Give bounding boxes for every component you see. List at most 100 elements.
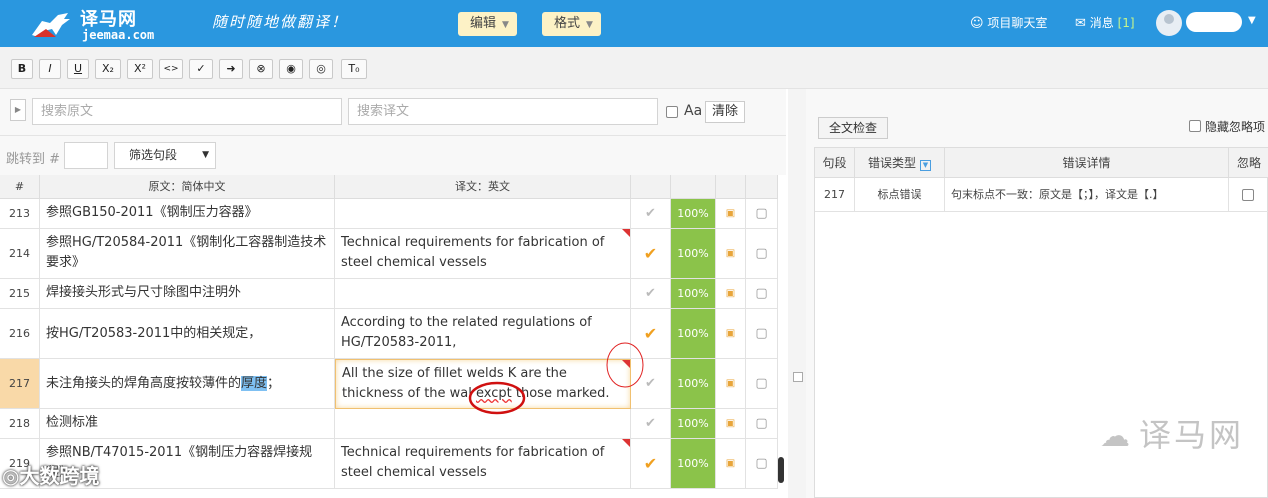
next-button[interactable]: ➜ bbox=[219, 59, 243, 79]
search-target-input[interactable]: 搜索译文 bbox=[348, 98, 658, 125]
source-text: 未注角接头的焊角高度按较薄件的 bbox=[46, 376, 242, 391]
doc-icon[interactable]: ▢ bbox=[746, 359, 778, 409]
mail-icon: ✉ bbox=[1075, 16, 1086, 31]
top-bar: 译马网 jeemaa.com 随时随地做翻译！ 编辑 ▼ 格式 ▼ ☺ 项目聊天室 … bbox=[0, 0, 1268, 47]
doc-icon[interactable]: ▢ bbox=[746, 309, 778, 359]
jump-to-input[interactable] bbox=[64, 142, 108, 169]
format-toolbar: B I U X₂ X² <> ✓ ➜ ⊗ ◉ ◎ T₀ bbox=[0, 47, 1268, 89]
col-header-error-type[interactable]: 错误类型 ▼ bbox=[855, 148, 945, 178]
search-row: ▶ 搜索原文 搜索译文 Aa 清除 bbox=[0, 89, 786, 134]
expand-icon[interactable]: ▶ bbox=[10, 99, 26, 121]
spelling-error-word[interactable]: excpt bbox=[476, 386, 512, 401]
segment-grid: # 原文：简体中文 译文：英文 213 参照GB150-2011《钢制压力容器》… bbox=[0, 175, 786, 498]
target-cell[interactable] bbox=[335, 199, 631, 229]
target-editor-active[interactable]: All the size of fillet welds K are the t… bbox=[335, 359, 631, 409]
note-icon[interactable]: ▣ bbox=[716, 409, 746, 439]
italic-button[interactable]: I bbox=[39, 59, 61, 79]
note-icon[interactable]: ▣ bbox=[716, 199, 746, 229]
watermark-left-text: 大数跨境 bbox=[19, 464, 100, 488]
source-cell: 按HG/T20583-2011中的相关规定， bbox=[40, 309, 335, 359]
clear-format-button[interactable]: T₀ bbox=[341, 59, 367, 79]
doc-icon[interactable]: ▢ bbox=[746, 229, 778, 279]
note-icon[interactable]: ▣ bbox=[716, 229, 746, 279]
row-number: 216 bbox=[0, 309, 40, 359]
confirm-status-icon[interactable]: ✔ bbox=[631, 229, 671, 279]
confirm-status-icon[interactable]: ✔ bbox=[631, 309, 671, 359]
format-menu-button[interactable]: 格式 ▼ bbox=[542, 12, 601, 36]
source-text-end: ； bbox=[267, 376, 281, 391]
target-text: Technical requirements for fabrication o… bbox=[341, 235, 605, 270]
chevron-down-icon[interactable]: ▼ bbox=[1248, 15, 1256, 26]
hide-ignored-checkbox[interactable] bbox=[1189, 120, 1201, 132]
avatar[interactable] bbox=[1156, 10, 1182, 36]
note-icon[interactable]: ▣ bbox=[716, 439, 746, 489]
comment-marker bbox=[622, 439, 630, 447]
bold-button[interactable]: B bbox=[11, 59, 33, 79]
ignore-cell bbox=[1229, 178, 1268, 212]
edit-menu-button[interactable]: 编辑 ▼ bbox=[458, 12, 517, 36]
format-menu-label: 格式 bbox=[554, 16, 581, 31]
tag-clean-button[interactable]: <> bbox=[159, 59, 183, 79]
hide-tags-button[interactable]: ◎ bbox=[309, 59, 333, 79]
target-cell[interactable]: Technical requirements for fabrication o… bbox=[335, 439, 631, 489]
col-header-error-detail: 错误详情 bbox=[945, 148, 1229, 178]
note-icon[interactable]: ▣ bbox=[716, 309, 746, 359]
note-icon[interactable]: ▣ bbox=[716, 359, 746, 409]
filter-segments-label: 筛选句段 bbox=[129, 148, 178, 162]
target-cell[interactable] bbox=[335, 409, 631, 439]
collapse-handle[interactable] bbox=[793, 372, 803, 382]
row-number: 215 bbox=[0, 279, 40, 309]
subscript-button[interactable]: X₂ bbox=[95, 59, 121, 79]
superscript-button[interactable]: X² bbox=[127, 59, 153, 79]
target-cell[interactable] bbox=[335, 279, 631, 309]
col-header-source: 原文：简体中文 bbox=[40, 175, 335, 199]
chevron-down-icon: ▼ bbox=[502, 20, 509, 30]
confirm-status-icon[interactable]: ✔ bbox=[631, 279, 671, 309]
pane-divider[interactable] bbox=[788, 89, 806, 498]
logo[interactable]: 译马网 jeemaa.com bbox=[28, 5, 173, 43]
target-text-end: those marked. bbox=[511, 386, 610, 401]
target-cell[interactable]: Technical requirements for fabrication o… bbox=[335, 229, 631, 279]
row-number: 214 bbox=[0, 229, 40, 279]
clear-button[interactable]: ⊗ bbox=[249, 59, 273, 79]
target-cell[interactable]: According to the related regulations of … bbox=[335, 309, 631, 359]
col-header-segment: 句段 bbox=[815, 148, 855, 178]
confirm-status-icon[interactable]: ✔ bbox=[631, 199, 671, 229]
confirm-status-icon[interactable]: ✔ bbox=[631, 359, 671, 409]
watermark-left: ◎大数跨境 bbox=[2, 460, 99, 489]
project-chat-link[interactable]: ☺ 项目聊天室 bbox=[970, 14, 1047, 31]
chevron-down-icon: ▼ bbox=[586, 20, 593, 30]
doc-icon[interactable]: ▢ bbox=[746, 439, 778, 489]
messages-link[interactable]: ✉ 消息 [1] bbox=[1075, 14, 1135, 31]
match-percent: 100% bbox=[671, 229, 716, 279]
col-header-ignore: 忽略 bbox=[1229, 148, 1268, 178]
filter-dropdown-icon[interactable]: ▼ bbox=[920, 160, 931, 171]
filter-row: 跳转到 # 筛选句段 ▼ bbox=[0, 135, 786, 175]
case-sensitive-checkbox[interactable] bbox=[666, 106, 678, 118]
doc-icon[interactable]: ▢ bbox=[746, 409, 778, 439]
doc-icon[interactable]: ▢ bbox=[746, 199, 778, 229]
confirm-status-icon[interactable]: ✔ bbox=[631, 439, 671, 489]
match-percent: 100% bbox=[671, 279, 716, 309]
filter-segments-select[interactable]: 筛选句段 ▼ bbox=[114, 142, 216, 169]
underline-button[interactable]: U bbox=[67, 59, 89, 79]
row-number: 213 bbox=[0, 199, 40, 229]
ignore-checkbox[interactable] bbox=[1242, 189, 1254, 201]
row-number: 218 bbox=[0, 409, 40, 439]
full-check-button[interactable]: 全文检查 bbox=[818, 117, 888, 139]
search-source-input[interactable]: 搜索原文 bbox=[32, 98, 342, 125]
doc-icon[interactable]: ▢ bbox=[746, 279, 778, 309]
confirm-status-icon[interactable]: ✔ bbox=[631, 409, 671, 439]
match-percent: 100% bbox=[671, 199, 716, 229]
project-chat-label: 项目聊天室 bbox=[987, 16, 1048, 30]
wechat-icon: ☁ bbox=[1100, 419, 1133, 454]
watermark-logo: ☁ 译马网 bbox=[1100, 410, 1244, 456]
show-tags-button[interactable]: ◉ bbox=[279, 59, 303, 79]
confirm-button[interactable]: ✓ bbox=[189, 59, 213, 79]
clear-search-button[interactable]: 清除 bbox=[705, 101, 745, 123]
username-redacted[interactable] bbox=[1186, 12, 1242, 32]
grid-scrollbar[interactable] bbox=[778, 457, 784, 483]
col-header-number: # bbox=[0, 175, 40, 199]
note-icon[interactable]: ▣ bbox=[716, 279, 746, 309]
error-segment-number[interactable]: 217 bbox=[815, 178, 855, 212]
